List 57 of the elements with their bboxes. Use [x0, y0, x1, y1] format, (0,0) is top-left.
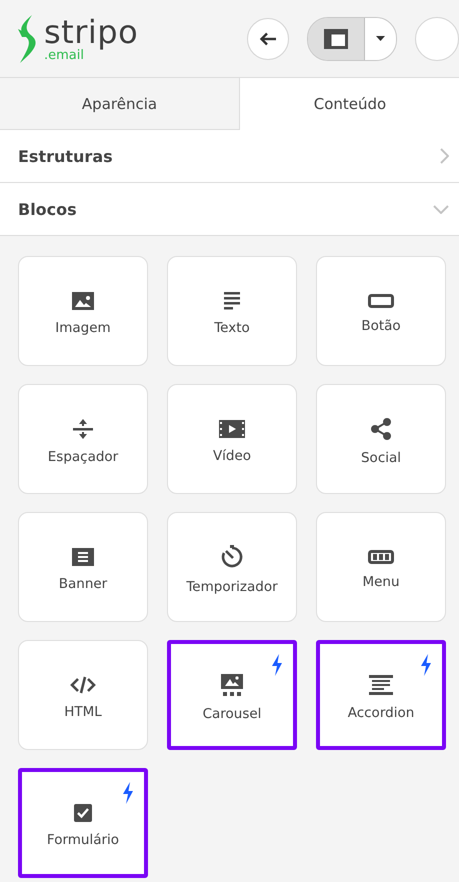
tab[interactable]: Conteúdo: [240, 78, 459, 130]
block-label: Espaçador: [48, 449, 118, 465]
block-card[interactable]: Vídeo: [167, 384, 297, 494]
block-label: Botão: [361, 318, 401, 334]
block-card[interactable]: Social: [316, 384, 446, 494]
checkbox-icon: [74, 804, 92, 822]
spacer-icon: [73, 419, 93, 439]
section-header[interactable]: Blocos: [0, 183, 459, 236]
block-card[interactable]: Botão: [316, 256, 446, 366]
block-card[interactable]: Texto: [167, 256, 297, 366]
arrow-left-icon: [259, 32, 277, 46]
block-label: Texto: [214, 320, 250, 336]
block-label: Social: [360, 450, 402, 466]
block-card[interactable]: Espaçador: [18, 384, 148, 494]
section-title: Estruturas: [18, 146, 113, 166]
accordion-icon: [369, 675, 393, 695]
video-icon: [219, 420, 245, 438]
banner-icon: [72, 548, 94, 566]
block-label: Formulário: [46, 832, 120, 848]
menu-icon: [368, 550, 394, 564]
lightning-icon: [420, 654, 432, 676]
block-card[interactable]: Accordion: [316, 640, 446, 750]
block-card[interactable]: Imagem: [18, 256, 148, 366]
lightning-icon: [271, 654, 283, 676]
block-label: Imagem: [55, 320, 111, 336]
block-label: Vídeo: [212, 448, 252, 464]
back-button[interactable]: [247, 18, 289, 60]
block-card[interactable]: Menu: [316, 512, 446, 622]
image-icon: [72, 292, 94, 310]
section-header[interactable]: Estruturas: [0, 130, 459, 183]
lightning-icon: [122, 782, 134, 804]
logo-suffix: .email: [44, 48, 84, 62]
code-icon: [70, 676, 96, 694]
block-card[interactable]: Carousel: [167, 640, 297, 750]
section-title: Blocos: [18, 200, 77, 218]
block-card[interactable]: HTML: [18, 640, 148, 750]
block-label: HTML: [64, 704, 102, 720]
button-icon: [368, 294, 394, 308]
layout-icon: [324, 28, 348, 48]
block-card[interactable]: Banner: [18, 512, 148, 622]
timer-icon: [220, 545, 244, 569]
block-label: Carousel: [202, 706, 262, 722]
block-label: Temporizador: [186, 579, 278, 595]
caret-icon: [376, 36, 385, 41]
text-icon: [224, 292, 240, 310]
block-card[interactable]: Temporizador: [167, 512, 297, 622]
block-label: Accordion: [348, 705, 414, 721]
tab[interactable]: Aparência: [0, 78, 240, 130]
layout-button[interactable]: [308, 18, 365, 60]
chevron-down-icon: [433, 204, 449, 214]
chevron-right-icon: [440, 148, 449, 164]
share-icon: [371, 418, 391, 440]
block-card[interactable]: Formulário: [18, 768, 148, 878]
block-label: Banner: [58, 576, 108, 592]
carousel-icon: [221, 674, 243, 696]
block-label: Menu: [362, 574, 400, 590]
logo-name: stripo: [44, 14, 138, 48]
